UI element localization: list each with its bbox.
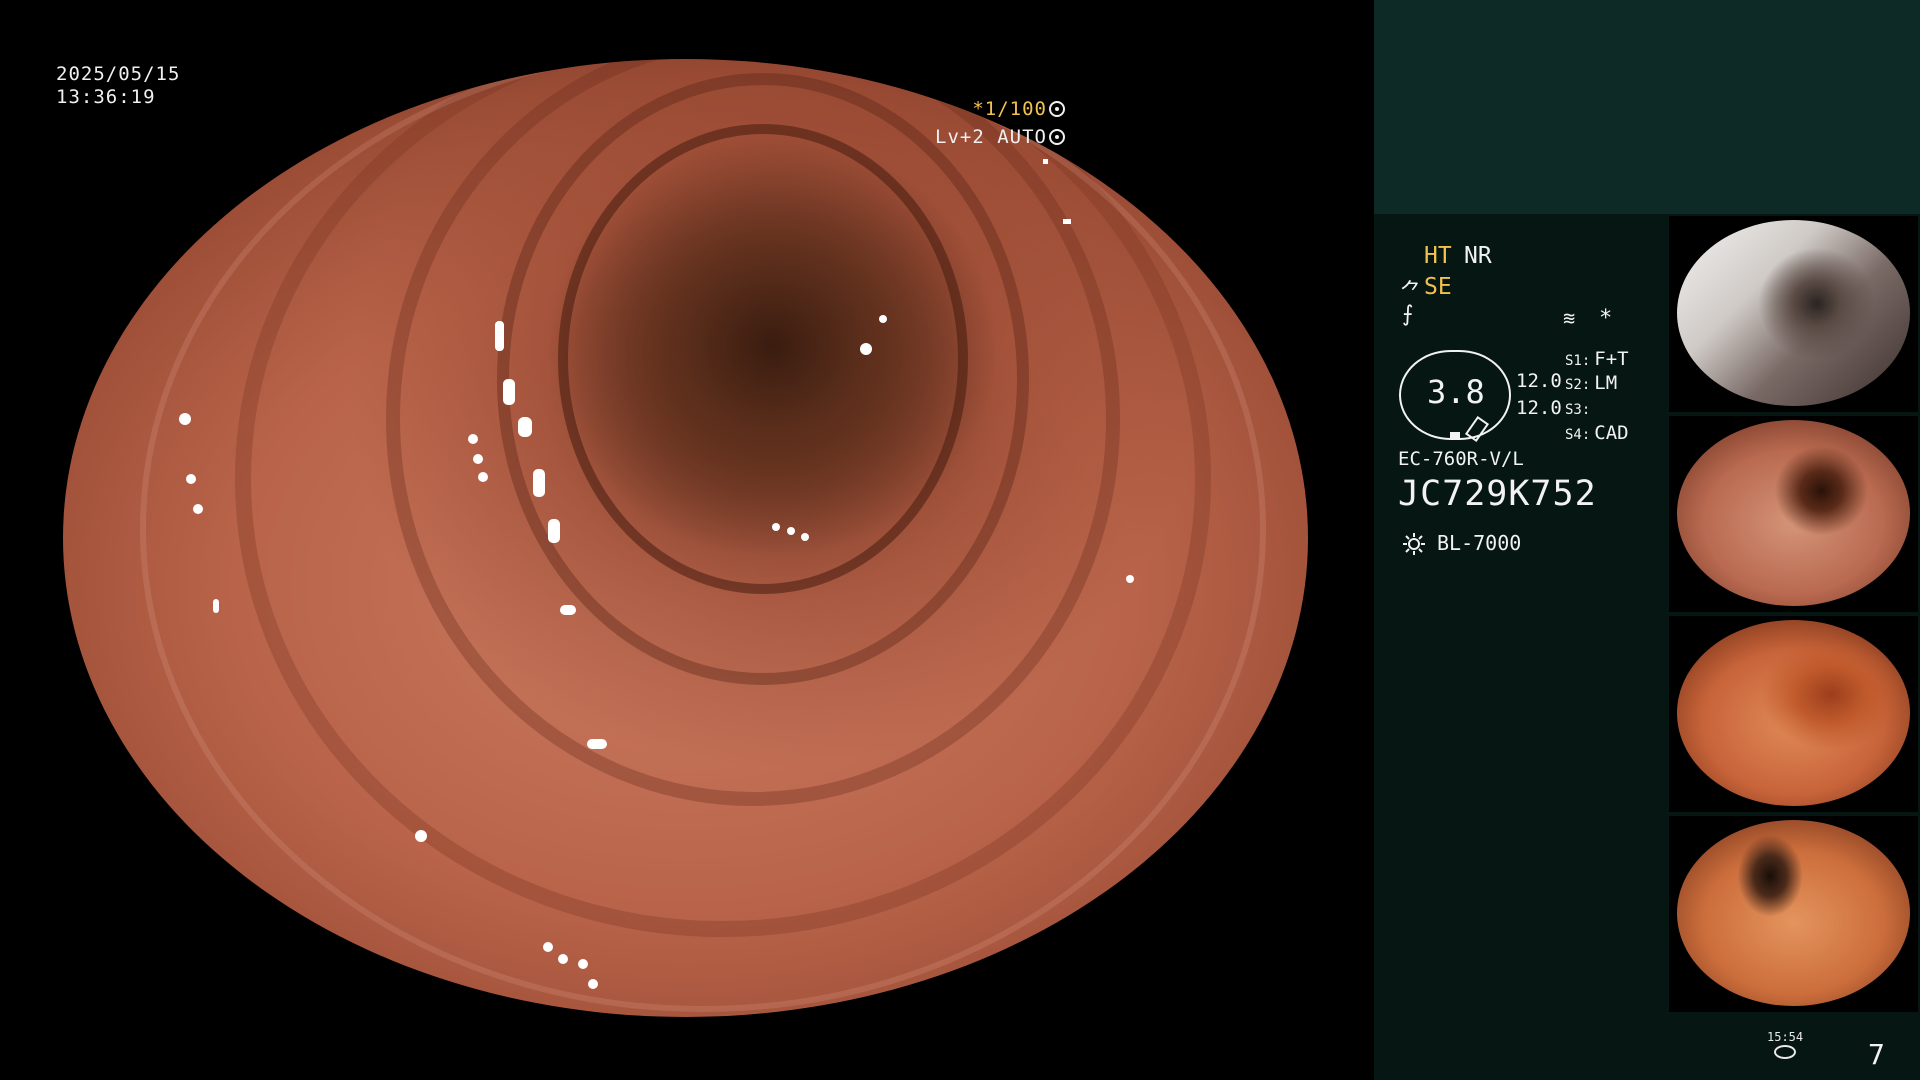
switch-row-1: S1: F+T (1565, 348, 1629, 370)
zoom-marker (1450, 432, 1460, 439)
shutter-icon (1049, 101, 1065, 117)
switch-row-2: S2: LM (1565, 372, 1617, 394)
frame-bottom (0, 1017, 1374, 1080)
light-source-icon (1403, 533, 1425, 555)
asterisk-indicator: * (1599, 306, 1613, 331)
specular-highlights (179, 159, 1134, 989)
panel-header (1374, 0, 1920, 214)
mode-se: SE (1424, 274, 1452, 300)
level-label: Lv+2 AUTO (935, 126, 1047, 148)
scope-model: EC-760R-V/L (1398, 448, 1524, 470)
storage-icon (1774, 1045, 1796, 1059)
frame-top (0, 0, 1374, 59)
parameter-value-1: 12.0 (1516, 370, 1562, 392)
image-count: 7 (1868, 1038, 1885, 1071)
storage-time: 15:54 (1767, 1030, 1804, 1044)
magnification-readout: *1/100 (972, 98, 1065, 121)
parameter-value-2: 12.0 (1516, 397, 1562, 419)
scope-serial: JC729K752 (1398, 474, 1597, 514)
capture-thumbnail[interactable] (1669, 616, 1918, 812)
magnification-label: *1/100 (972, 98, 1047, 120)
screen-mode-icon: ≋ (1563, 306, 1576, 330)
datetime-readout: 2025/05/15 13:36:19 (56, 63, 180, 109)
thumbnail-image (1677, 620, 1910, 806)
mode-ht: HT (1424, 243, 1452, 269)
switch-key: S3: (1565, 402, 1591, 418)
switch-value: CAD (1594, 422, 1629, 444)
thumbnail-image (1677, 820, 1910, 1006)
filter-icon: ⨍ (1402, 302, 1414, 327)
capture-thumbnail[interactable] (1669, 216, 1918, 412)
switch-key: S4: (1565, 427, 1591, 443)
thumbnail-image (1677, 220, 1910, 406)
date-label: 2025/05/15 (56, 63, 181, 85)
level-readout: Lv+2 AUTO (935, 126, 1065, 149)
switch-row-4: S4: CAD (1565, 422, 1629, 444)
capture-thumbnail[interactable] (1669, 816, 1918, 1012)
switch-value: F+T (1594, 348, 1629, 370)
thumbnail-image (1677, 420, 1910, 606)
switch-value: LM (1594, 372, 1618, 394)
mode-nr: NR (1464, 243, 1492, 269)
switch-key: S2: (1565, 377, 1591, 393)
zoom-value: 3.8 (1427, 373, 1485, 411)
light-source-model: BL-7000 (1437, 531, 1522, 555)
switch-row-3: S3: (1565, 397, 1594, 419)
capture-thumbnail[interactable] (1669, 416, 1918, 612)
shutter-icon (1049, 129, 1065, 145)
switch-key: S1: (1565, 353, 1591, 369)
time-label: 13:36:19 (56, 86, 156, 108)
endoscopy-monitor: 2025/05/15 13:36:19 *1/100 Lv+2 AUTO HT … (0, 0, 1920, 1080)
endoscopic-image (63, 59, 1308, 1017)
